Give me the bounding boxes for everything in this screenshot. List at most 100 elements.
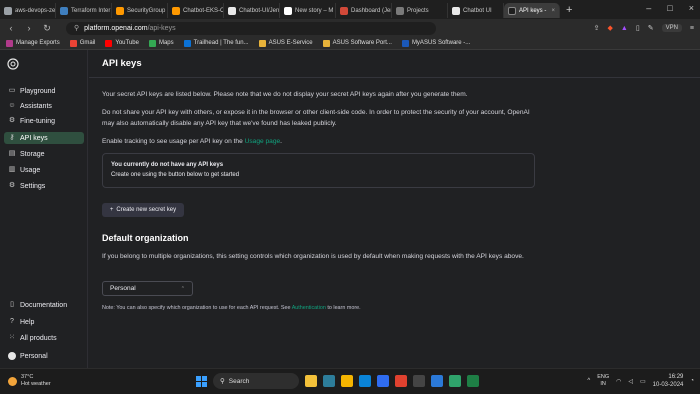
avatar [8,352,16,360]
tray-overflow-icon[interactable]: ^ [587,378,590,384]
bookmark-item[interactable]: Trailhead | The fun... [183,39,249,47]
weather-temp: 37°C [21,374,34,380]
intro-paragraph: Your secret API keys are listed below. P… [102,91,468,98]
sidebar: ▭ Playground ☺ Assistants ⚙ Fine-tuning ⚷ API k… [0,50,88,368]
start-button[interactable] [196,375,207,387]
browser-tab[interactable]: Dashboard (Jen [336,3,392,18]
browser-tab[interactable]: Chatbot UI [448,3,504,18]
bookmark-item[interactable]: MyASUS Software -... [401,39,470,47]
weather-widget[interactable]: 37°C Hot weather [8,374,51,388]
share-icon[interactable]: ⇪ [594,24,600,32]
user-menu[interactable]: Personal [4,350,84,362]
plus-icon: + [109,207,114,213]
sidebar-item-label: Assistants [20,102,52,110]
extensions-icon[interactable]: ✎ [648,24,654,32]
bookmark-item[interactable]: YouTube [105,39,139,47]
browser-tab[interactable]: SecurityGroup [112,3,168,18]
taskbar-app-icon[interactable] [449,375,461,387]
sidebar-toggle-icon[interactable]: ▯ [636,24,640,32]
tab-favicon-icon [284,6,292,15]
usage-icon: ▥ [8,166,16,173]
bookmark-item[interactable]: ASUS Software Port... [322,39,392,47]
browser-tab[interactable]: Terraform Inter [56,3,112,18]
taskbar-app-icon[interactable] [467,375,479,387]
tracking-text: Enable tracking to see usage per API key… [102,138,245,145]
tab-favicon-icon [452,6,460,15]
taskbar-app-icon[interactable] [377,375,389,387]
system-tray: ^ ENG IN ◠ ◁ ▭ 16:29 10-03-2024 ◔ [587,373,694,389]
maximize-button[interactable]: □ [667,3,672,13]
minimize-button[interactable]: – [646,3,651,13]
sidebar-item-storage[interactable]: ▤ Storage [4,148,84,160]
bookmark-item[interactable]: Gmail [69,39,95,47]
bookmark-label: ASUS E-Service [268,40,313,46]
sidebar-item-settings[interactable]: ⚙ Settings [4,180,84,192]
address-bar-row: ‹ › ↻ ⚲ platform.openai.com/api-keys ⇪ ◆… [0,19,700,37]
tab-favicon-icon [60,6,68,15]
tab-title: aws-devops-ze [15,7,56,14]
battery-icon[interactable]: ▭ [640,378,646,385]
tab-title: Chatbot-UI/Jen [239,7,280,14]
browser-tab[interactable]: API keys - × [504,3,560,18]
wifi-icon[interactable]: ◠ [616,378,621,385]
assistants-icon: ☺ [8,102,16,109]
bookmark-label: YouTube [115,40,139,46]
openai-logo-icon[interactable] [7,58,19,70]
sidebar-item-usage[interactable]: ▥ Usage [4,164,84,176]
bookmark-icon [401,39,409,47]
organization-select[interactable]: Personal ⌃ [102,281,193,296]
bookmarks-bar: Manage Exports Gmail YouTube Maps Trailhead … [0,37,700,50]
usage-page-link[interactable]: Usage page [245,138,281,145]
bookmark-icon [183,39,191,47]
clock-time: 16:29 [668,374,684,380]
tab-favicon-icon [4,6,12,15]
create-secret-key-button[interactable]: + Create new secret key [102,203,184,217]
sidebar-item-fine-tuning[interactable]: ⚙ Fine-tuning [4,115,84,127]
sidebar-item-help[interactable]: ? Help [4,316,84,328]
browser-tab[interactable]: New story – M [280,3,336,18]
sidebar-item-label: Fine-tuning [20,117,56,125]
browser-tab[interactable]: Projects [392,3,448,18]
sidebar-item-assistants[interactable]: ☺ Assistants [4,100,84,112]
volume-icon[interactable]: ◁ [628,378,633,385]
sidebar-item-api-keys[interactable]: ⚷ API keys [4,132,84,144]
language-indicator[interactable]: ENG IN [597,374,609,388]
menu-icon[interactable]: ≡ [690,25,694,32]
fine-tuning-icon: ⚙ [8,117,16,124]
reload-icon[interactable]: ↻ [42,23,52,34]
brave-rewards-icon[interactable]: ▲ [621,25,628,32]
taskbar-app-icon[interactable] [395,375,407,387]
taskbar-app-icon[interactable] [341,375,353,387]
forward-icon[interactable]: › [24,23,34,33]
close-window-button[interactable]: × [689,3,694,13]
bookmark-item[interactable]: ASUS E-Service [258,39,313,47]
clock[interactable]: 16:29 10-03-2024 [653,373,684,389]
sidebar-item-playground[interactable]: ▭ Playground [4,85,84,97]
taskbar-app-icon[interactable] [359,375,371,387]
back-icon[interactable]: ‹ [6,23,16,33]
site-info-icon[interactable]: ⚲ [74,24,79,32]
browser-tab[interactable]: Chatbot-UI/Jen [224,3,280,18]
url-field[interactable]: ⚲ platform.openai.com/api-keys [66,21,436,35]
close-tab-icon[interactable]: × [551,8,555,14]
browser-tab[interactable]: Chatbot-EKS-C [168,3,224,18]
brave-shields-icon[interactable]: ◆ [608,24,613,32]
taskbar-app-icon[interactable] [413,375,425,387]
sidebar-item-documentation[interactable]: ▯ Documentation [4,299,84,311]
taskbar-app-icon[interactable] [323,375,335,387]
security-paragraph: Do not share your API key with others, o… [102,109,530,127]
authentication-link[interactable]: Authentication [292,305,326,311]
bookmark-item[interactable]: Maps [148,39,174,47]
taskbar-search[interactable]: ⚲ Search [213,373,299,389]
sidebar-item-label: API keys [20,134,48,142]
taskbar-app-icon[interactable] [431,375,443,387]
bookmark-item[interactable]: Manage Exports [6,39,60,47]
notifications-icon[interactable]: ◔ [690,378,694,384]
taskbar-app-icon[interactable] [305,375,317,387]
documentation-icon: ▯ [10,301,14,308]
new-tab-button[interactable]: + [566,4,572,16]
sidebar-item-all-products[interactable]: ⁙ All products [4,332,84,344]
browser-tab[interactable]: aws-devops-ze [0,3,56,18]
organization-select-value: Personal [110,285,136,292]
vpn-button[interactable]: VPN [661,24,682,32]
